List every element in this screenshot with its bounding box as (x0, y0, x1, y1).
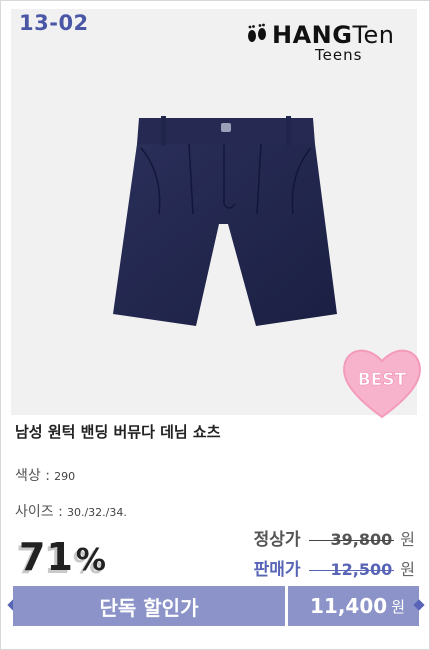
brand-name-bold: HANG (272, 21, 353, 49)
product-code: 13-02 (19, 11, 89, 35)
color-spec: 색상 : 290 (15, 465, 75, 485)
color-value: 290 (54, 470, 76, 483)
footprint-logo-icon (248, 23, 266, 42)
brand-name-thin: Ten (352, 21, 395, 49)
discount-rate: 71% (19, 535, 107, 579)
exclusive-price-bar[interactable]: 단독 할인가 11,400 원 (13, 586, 419, 626)
exclusive-price[interactable]: 11,400 원 (288, 586, 419, 626)
exclusive-price-unit: 원 (391, 597, 405, 616)
denim-shorts-image (113, 116, 337, 326)
brand-logo: HANGTen Teens (245, 19, 415, 67)
size-value: 30./32./34. (66, 506, 127, 519)
best-badge-text: BEST (358, 370, 407, 390)
discount-unit: % (75, 543, 107, 578)
brand-name: HANGTen (272, 21, 395, 49)
regular-price-label: 정상가 (253, 530, 301, 550)
best-heart-icon: BEST (343, 349, 421, 419)
product-title[interactable]: 남성 원턱 밴딩 버뮤다 데님 쇼츠 (15, 421, 221, 442)
exclusive-price-amount: 11,400 (310, 594, 388, 618)
brand-subline: Teens (315, 46, 363, 64)
sale-price-unit: 원 (400, 560, 415, 579)
size-label: 사이즈 : (15, 504, 63, 520)
exclusive-discount-label[interactable]: 단독 할인가 (13, 586, 285, 626)
sale-price-row: 판매가 12,500 원 (254, 555, 415, 580)
size-spec: 사이즈 : 30./32./34. (15, 501, 127, 521)
product-card[interactable]: BEST 13-02 HANGTen Teens 남성 원턱 밴딩 버뮤다 데님… (0, 0, 430, 650)
color-label: 색상 : (15, 468, 50, 484)
regular-price-unit: 원 (400, 530, 415, 549)
discount-number: 71 (19, 535, 74, 579)
sale-price-label: 판매가 (253, 560, 301, 580)
sale-price-value: 12,500 (308, 560, 395, 579)
regular-price-row: 정상가 39,800 원 (254, 525, 415, 550)
regular-price-value: 39,800 (308, 530, 395, 549)
product-image-area[interactable]: BEST (11, 9, 421, 419)
